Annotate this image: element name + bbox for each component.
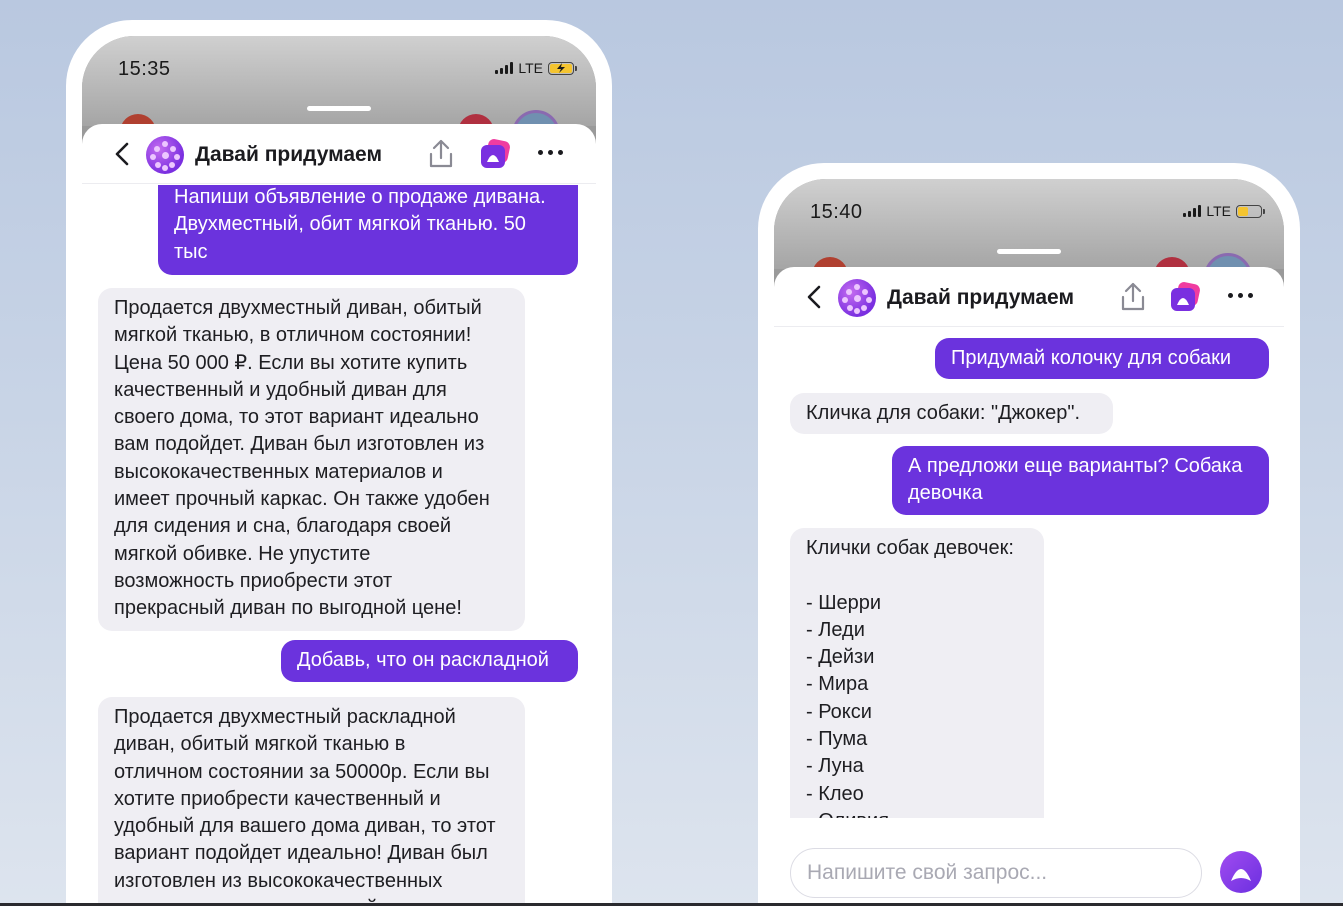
dots-avatar-icon (838, 279, 876, 317)
message-input-field[interactable] (790, 848, 1202, 898)
signal-icon (1183, 205, 1202, 217)
chat-title: Давай придумаем (195, 143, 382, 166)
dots-avatar-icon (146, 136, 184, 174)
status-time: 15:40 (810, 201, 863, 223)
network-label: LTE (1206, 203, 1231, 219)
bot-message: Кличка для собаки: "Джокер". (790, 393, 1113, 435)
search-input[interactable] (791, 849, 1201, 897)
message-list: Придумай колочку для собаки Кличка для с… (774, 328, 1284, 818)
more-dots-icon[interactable] (538, 150, 563, 155)
phone-screen: 15:40 LTE Давай придумаем Придумай колоч… (774, 179, 1284, 906)
share-icon[interactable] (426, 138, 456, 170)
bot-message: Клички собак девочек: - Шерри - Леди - Д… (790, 528, 1044, 818)
sheet-grabber[interactable] (307, 106, 371, 111)
more-dots-icon[interactable] (1228, 293, 1253, 298)
user-message: А предложи еще варианты? Собака девочка (892, 446, 1269, 515)
phone-screen: 15:35 LTE Давай придумаем Напиши объявле… (82, 36, 596, 906)
user-message: Придумай колочку для собаки (935, 338, 1269, 380)
chat-sheet: Давай придумаем Напиши объявление о прод… (82, 124, 596, 906)
chat-sheet: Давай придумаем Придумай колочку для соб… (774, 267, 1284, 906)
user-message: Добавь, что он раскладной (281, 640, 578, 683)
network-label: LTE (518, 60, 543, 76)
battery-icon (1236, 204, 1265, 218)
signal-icon (495, 62, 514, 74)
bot-message: Продается двухместный раскладной диван, … (98, 697, 525, 906)
chat-title: Давай придумаем (887, 286, 1074, 309)
status-indicators: LTE (495, 60, 577, 76)
alice-icon[interactable] (1168, 281, 1202, 313)
status-bar: 15:35 LTE (82, 36, 596, 158)
chat-header: Давай придумаем (82, 124, 596, 184)
alice-send-icon[interactable] (1220, 851, 1262, 893)
chat-header: Давай придумаем (774, 267, 1284, 327)
battery-charging-icon (548, 61, 577, 75)
left-phone: 15:35 LTE Давай придумаем Напиши объявле… (66, 20, 612, 906)
chevron-left-icon[interactable] (114, 142, 130, 166)
message-list: Напиши объявление о продаже дивана. Двух… (82, 185, 596, 906)
bot-message: Продается двухместный диван, обитый мягк… (98, 288, 525, 631)
right-phone: 15:40 LTE Давай придумаем Придумай колоч… (758, 163, 1300, 906)
status-indicators: LTE (1183, 203, 1265, 219)
user-message: Напиши объявление о продаже дивана. Двух… (158, 185, 578, 275)
alice-icon[interactable] (478, 138, 512, 170)
sheet-grabber[interactable] (997, 249, 1061, 254)
status-time: 15:35 (118, 58, 171, 80)
chevron-left-icon[interactable] (806, 285, 822, 309)
status-bar: 15:40 LTE (774, 179, 1284, 301)
share-icon[interactable] (1118, 281, 1148, 313)
